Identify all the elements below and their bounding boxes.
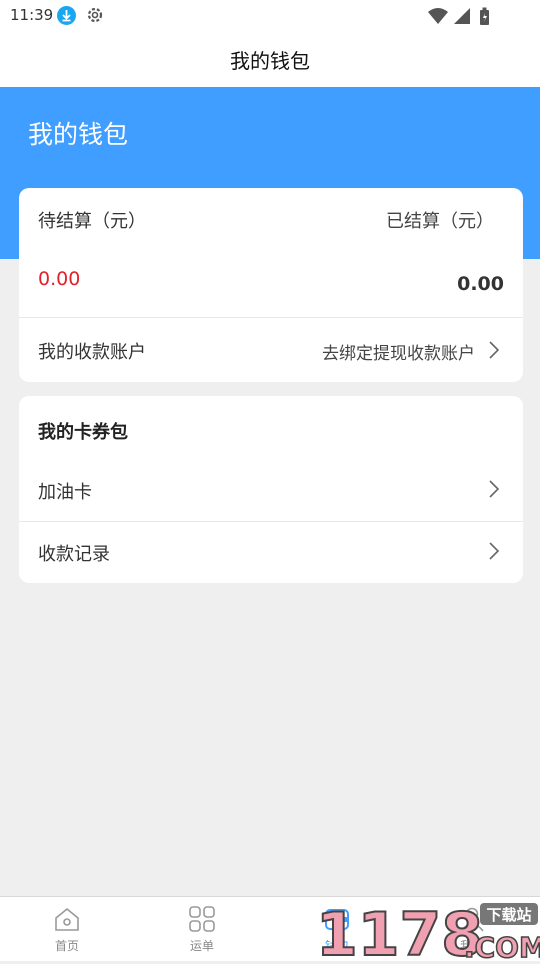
payment-account-row[interactable]: 我的收款账户 去绑定提现收款账户 <box>19 318 523 382</box>
banner-title: 我的钱包 <box>28 120 129 149</box>
voucher-card: 我的卡券包 加油卡 收款记录 <box>19 396 523 583</box>
pending-amount: 0.00 <box>38 268 81 290</box>
pending-label: 待结算（元） <box>38 211 146 232</box>
app-header: 我的钱包 <box>0 32 540 87</box>
status-bar: 11:39 <box>0 0 540 32</box>
settled-label: 已结算（元） <box>386 211 494 232</box>
settled-amount: 0.00 <box>457 273 504 295</box>
voucher-card-title: 我的卡券包 <box>38 422 128 443</box>
download-icon <box>57 6 76 25</box>
wifi-icon <box>428 8 448 24</box>
payment-account-label: 我的收款账户 <box>38 342 146 363</box>
watermark-badge: 下载站 <box>486 906 531 924</box>
chevron-right-icon <box>489 480 499 498</box>
grid-icon <box>189 906 215 932</box>
tab-label: 首页 <box>54 939 79 953</box>
page-title: 我的钱包 <box>230 49 310 73</box>
status-time: 11:39 <box>10 6 54 24</box>
list-item-label: 加油卡 <box>38 482 92 503</box>
tab-waybill[interactable]: 运单 <box>162 897 242 961</box>
list-item-fuel-card[interactable]: 加油卡 <box>19 459 523 521</box>
list-item-label: 收款记录 <box>38 544 110 565</box>
battery-icon <box>480 7 489 25</box>
list-item-payment-records[interactable]: 收款记录 <box>19 522 523 583</box>
balance-card: 待结算（元） 已结算（元） 0.00 0.00 我的收款账户 去绑定提现收款账户 <box>19 188 523 382</box>
tab-home[interactable]: 首页 <box>27 897 107 961</box>
system-status-icons <box>428 7 489 25</box>
home-icon <box>55 907 79 931</box>
watermark-number: 1178 <box>316 900 483 960</box>
bind-account-link[interactable]: 去绑定提现收款账户 <box>322 339 475 364</box>
chevron-right-icon <box>489 542 499 560</box>
tab-label: 运单 <box>189 939 214 953</box>
watermark-logo: 1178 下载站 .COM <box>314 897 540 964</box>
gear-icon <box>87 7 103 23</box>
signal-icon <box>454 8 470 24</box>
watermark-suffix: .COM <box>464 931 540 960</box>
chevron-right-icon <box>489 341 499 359</box>
